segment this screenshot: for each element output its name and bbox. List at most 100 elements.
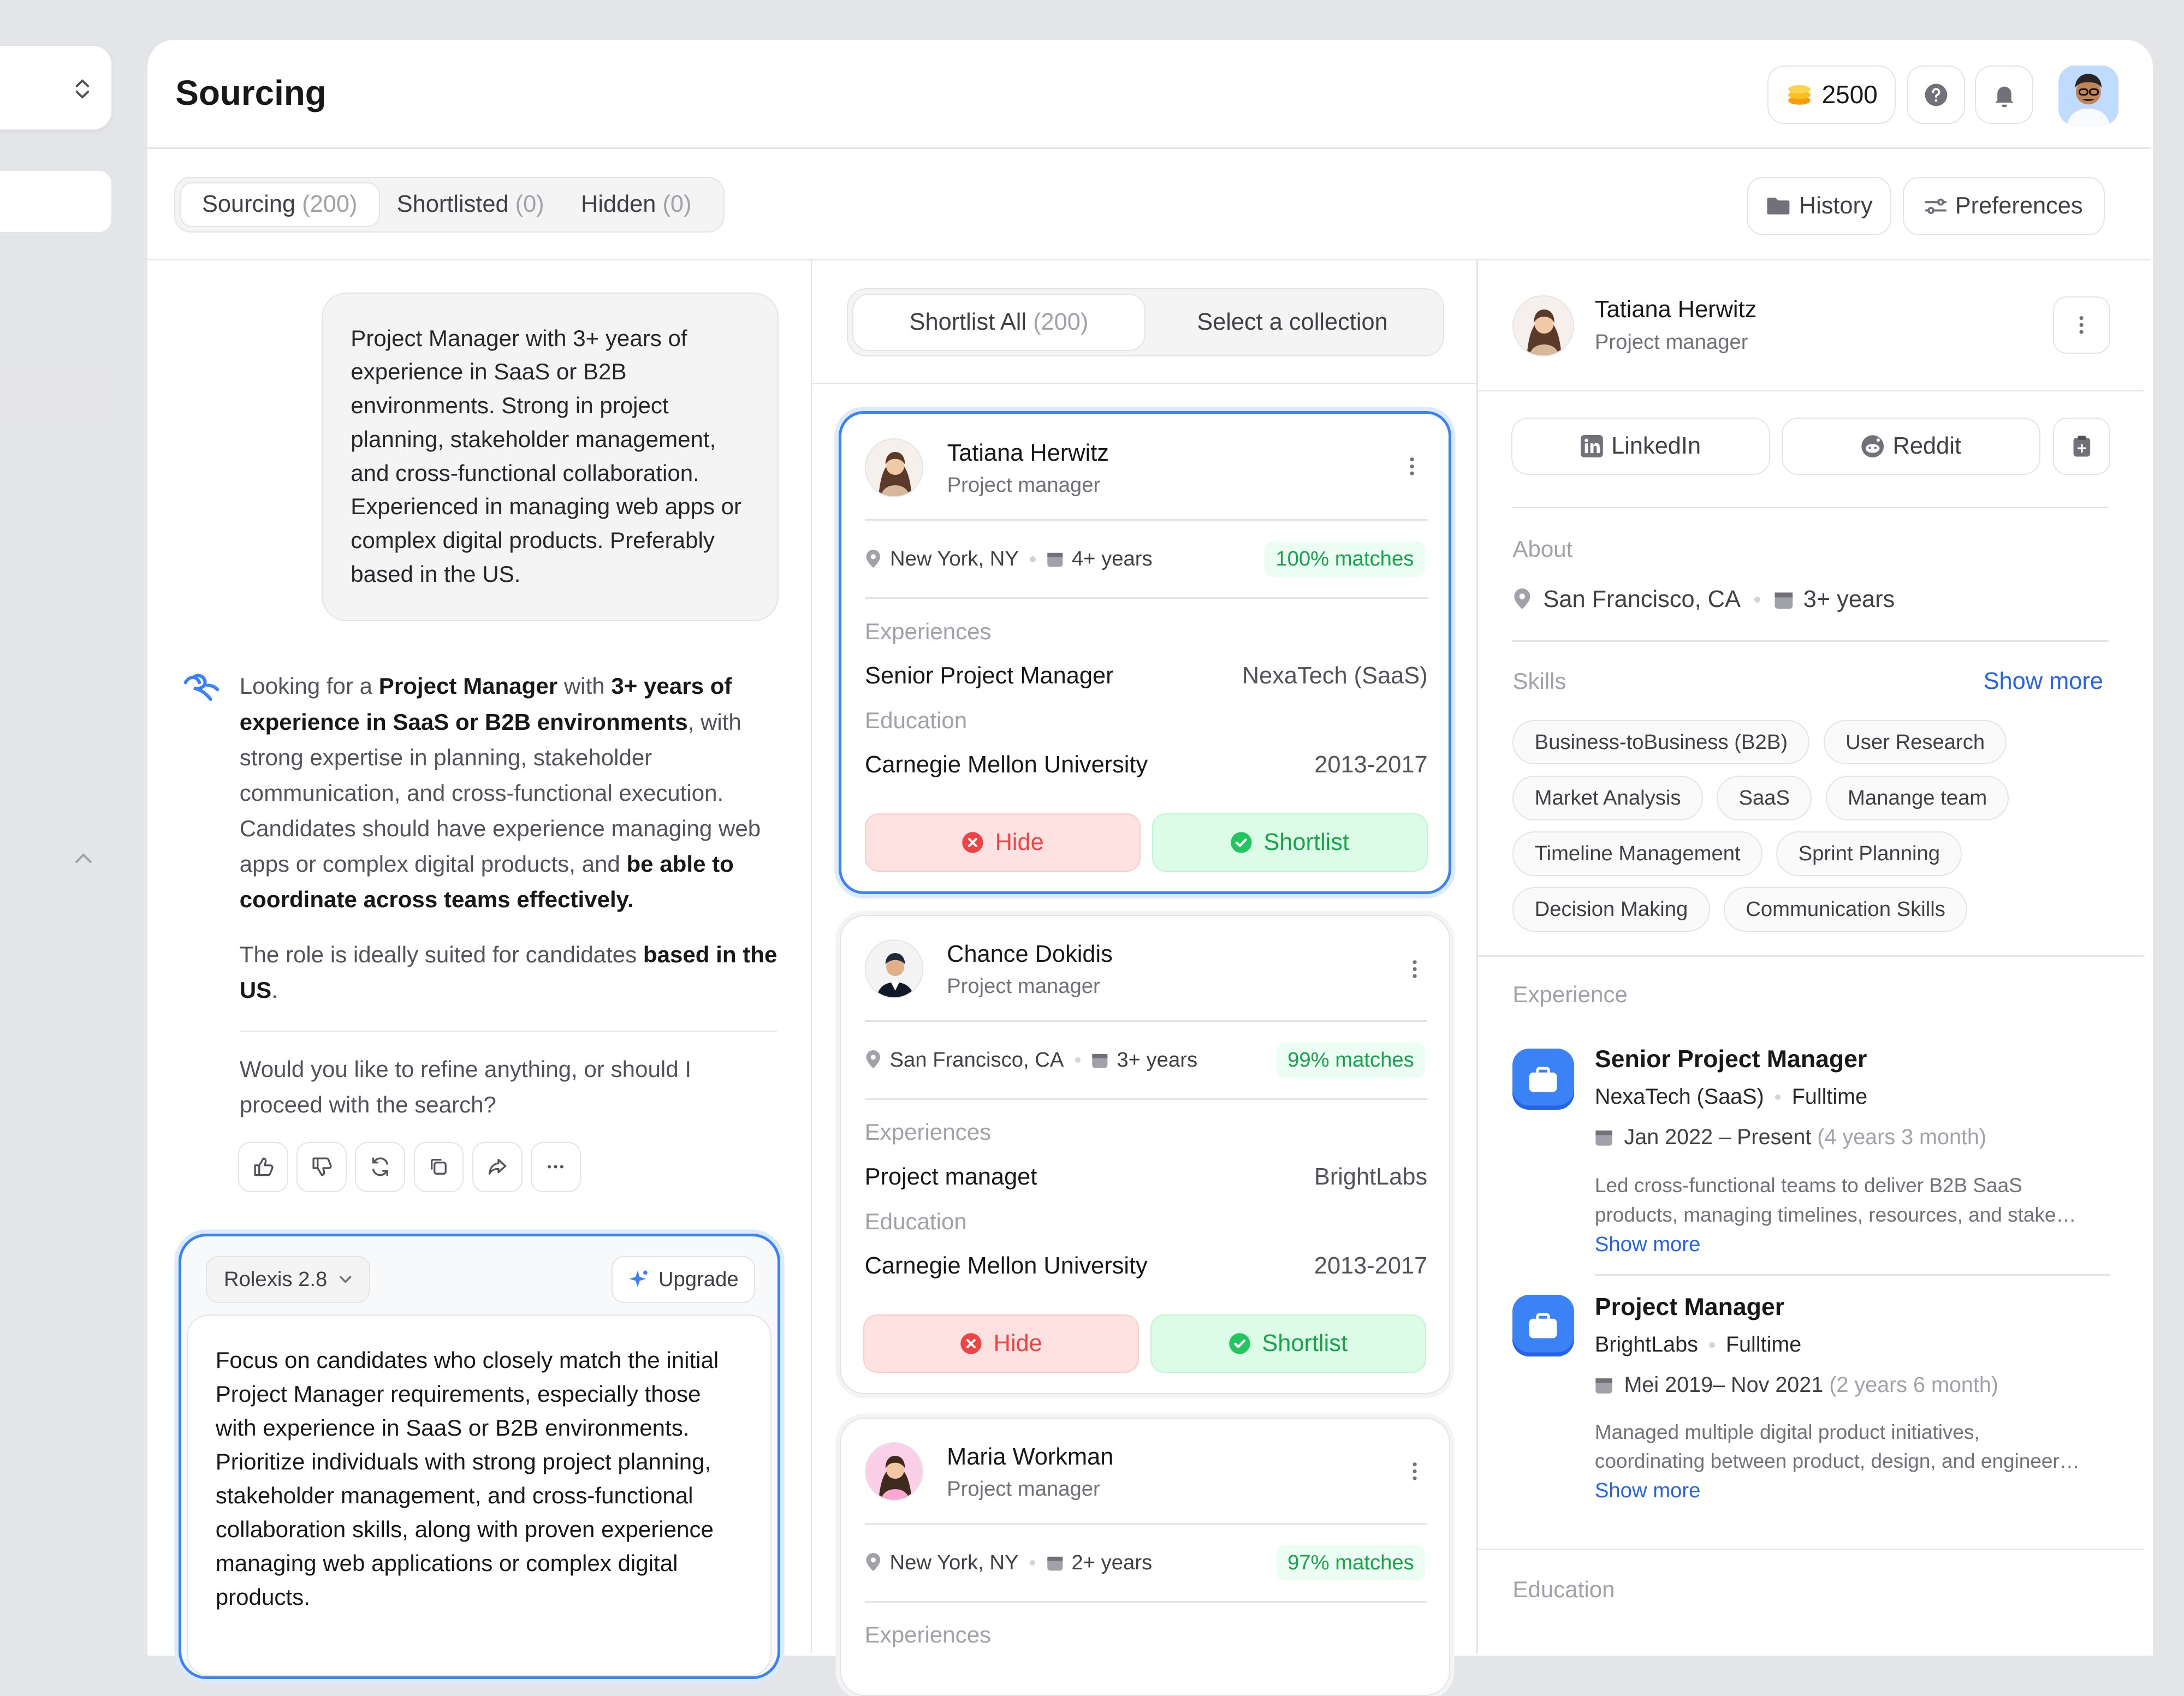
chevron-up-icon[interactable] bbox=[74, 852, 93, 866]
workspace-switcher[interactable] bbox=[0, 44, 113, 130]
education-years: 2013-2017 bbox=[1314, 752, 1428, 778]
separator-dot bbox=[1075, 1057, 1081, 1063]
coins-icon bbox=[1788, 85, 1811, 105]
candidate-card[interactable]: Chance Dokidis Project manager San Franc… bbox=[840, 915, 1450, 1394]
profile-header-divider bbox=[1477, 390, 2144, 391]
check-circle-icon bbox=[1231, 832, 1252, 853]
candidate-card[interactable]: Tatiana Herwitz Project manager New York… bbox=[838, 410, 1452, 894]
shortlist-button[interactable]: Shortlist bbox=[1150, 1314, 1426, 1373]
reply-divider bbox=[239, 1030, 778, 1032]
shortlist-all-button[interactable]: Shortlist All (200) bbox=[852, 293, 1146, 352]
hide-button[interactable]: Hide bbox=[863, 1314, 1140, 1373]
experience-type: Fulltime bbox=[1725, 1332, 1802, 1357]
about-label: About bbox=[1512, 536, 1573, 562]
experience-type: Fulltime bbox=[1791, 1085, 1868, 1109]
dislike-button[interactable] bbox=[296, 1141, 347, 1192]
profile-name: Tatiana Herwitz bbox=[1594, 296, 1757, 323]
credits-count: 2500 bbox=[1821, 80, 1878, 109]
profile-photo bbox=[1514, 296, 1573, 356]
sidebar-item-active[interactable] bbox=[0, 370, 112, 424]
experience-section-divider bbox=[1477, 1548, 2144, 1550]
education-section-label: Education bbox=[1512, 1576, 1615, 1602]
separator-dot bbox=[1709, 1342, 1715, 1348]
candidate-photo bbox=[865, 1443, 922, 1500]
experience-dates-line: Mei 2019– Nov 2021 (2 years 6 month) bbox=[1595, 1373, 1998, 1397]
experience-title: Project managet bbox=[864, 1164, 1037, 1191]
experience-title: Senior Project Manager bbox=[1594, 1045, 1867, 1073]
skill-chip: Communication Skills bbox=[1724, 886, 1968, 932]
experience-divider bbox=[1594, 1274, 2110, 1276]
experiences-label: Experiences bbox=[864, 1119, 992, 1145]
user-avatar[interactable] bbox=[2058, 65, 2119, 126]
candidate-card[interactable]: Maria Workman Project manager New York, … bbox=[840, 1417, 1450, 1696]
sidebar-search[interactable] bbox=[0, 170, 113, 234]
candidate-photo bbox=[865, 941, 922, 997]
reddit-button[interactable]: Reddit bbox=[1781, 418, 2041, 475]
separator-dot bbox=[1754, 597, 1760, 603]
preferences-button[interactable]: Preferences bbox=[1902, 176, 2105, 236]
card-divider bbox=[864, 1601, 1428, 1603]
linkedin-icon bbox=[1581, 435, 1603, 457]
hide-button[interactable]: Hide bbox=[865, 813, 1141, 872]
experience-title: Project Manager bbox=[1594, 1293, 1785, 1320]
match-badge: 97% matches bbox=[1276, 1545, 1426, 1581]
check-circle-icon bbox=[1229, 1333, 1250, 1354]
candidate-photo bbox=[866, 439, 923, 496]
candidate-meta: New York, NY 4+ years bbox=[865, 547, 1153, 571]
linkedin-button[interactable]: LinkedIn bbox=[1511, 418, 1771, 475]
experience-row: Project managet BrightLabs bbox=[865, 1164, 1428, 1191]
candidate-role: Project manager bbox=[947, 974, 1100, 998]
clipboard-button[interactable] bbox=[2053, 418, 2110, 475]
regenerate-button[interactable] bbox=[355, 1141, 406, 1192]
profile-menu-button[interactable] bbox=[2053, 296, 2110, 354]
avatar bbox=[864, 1442, 923, 1501]
briefcase-icon bbox=[1529, 1313, 1557, 1338]
tab-sourcing[interactable]: Sourcing (200) bbox=[179, 182, 380, 228]
shortlist-button[interactable]: Shortlist bbox=[1152, 813, 1428, 872]
experience-show-more-link[interactable]: Show more bbox=[1595, 1479, 1700, 1503]
share-button[interactable] bbox=[472, 1141, 523, 1192]
experience-description-line: coordinating between product, design, an… bbox=[1594, 1450, 2080, 1473]
x-circle-icon bbox=[960, 1333, 982, 1354]
education-years: 2013-2017 bbox=[1314, 1253, 1428, 1280]
more-actions-button[interactable] bbox=[530, 1141, 581, 1192]
upgrade-label: Upgrade bbox=[658, 1267, 739, 1291]
history-button[interactable]: History bbox=[1746, 176, 1892, 236]
select-collection-button[interactable]: Select a collection bbox=[1146, 294, 1439, 352]
education-school: Carnegie Mellon University bbox=[864, 1253, 1148, 1280]
assistant-reply-paragraph-1: Looking for a Project Manager with 3+ ye… bbox=[240, 668, 780, 917]
x-circle-icon bbox=[962, 832, 983, 853]
more-vertical-icon bbox=[2079, 316, 2084, 334]
card-menu-button[interactable] bbox=[1412, 1460, 1417, 1487]
prompt-input[interactable]: Focus on candidates who closely match th… bbox=[186, 1314, 772, 1677]
candidate-actions-tabs: Shortlist All (200) Select a collection bbox=[847, 288, 1445, 357]
skill-chip: Sprint Planning bbox=[1776, 831, 1962, 876]
tab-shortlisted-label: Shortlisted bbox=[396, 191, 509, 218]
help-button[interactable] bbox=[1907, 65, 1966, 124]
upgrade-button[interactable]: Upgrade bbox=[611, 1255, 755, 1303]
sliders-icon bbox=[1925, 198, 1946, 214]
experience-title: Senior Project Manager bbox=[865, 663, 1114, 689]
more-icon bbox=[548, 1165, 564, 1169]
skills-list: Business-toBusiness (B2B) User Research … bbox=[1512, 719, 2111, 932]
tab-hidden[interactable]: Hidden (0) bbox=[561, 182, 711, 228]
card-menu-button[interactable] bbox=[1409, 455, 1415, 482]
separator-dot bbox=[1775, 1094, 1781, 1100]
more-vertical-icon bbox=[1413, 960, 1417, 978]
profile-location: San Francisco, CA bbox=[1543, 586, 1741, 612]
experience-show-more-link[interactable]: Show more bbox=[1595, 1233, 1700, 1257]
copy-button[interactable] bbox=[413, 1141, 464, 1192]
reply-text: . bbox=[271, 977, 278, 1003]
candidate-meta: San Francisco, CA 3+ years bbox=[865, 1048, 1197, 1072]
shortlist-all-label: Shortlist All bbox=[909, 309, 1027, 336]
like-button[interactable] bbox=[238, 1141, 289, 1192]
skills-show-more-link[interactable]: Show more bbox=[1984, 668, 2103, 695]
card-menu-button[interactable] bbox=[1412, 958, 1417, 985]
notifications-button[interactable] bbox=[1975, 65, 2034, 124]
experience-dates: Mei 2019– Nov 2021 bbox=[1624, 1373, 1824, 1397]
column-divider-1 bbox=[810, 260, 812, 1653]
candidate-name: Chance Dokidis bbox=[947, 941, 1113, 967]
credits-button[interactable]: 2500 bbox=[1767, 65, 1896, 124]
tab-shortlisted[interactable]: Shortlisted (0) bbox=[380, 182, 561, 228]
model-selector[interactable]: Rolexis 2.8 bbox=[206, 1255, 370, 1303]
